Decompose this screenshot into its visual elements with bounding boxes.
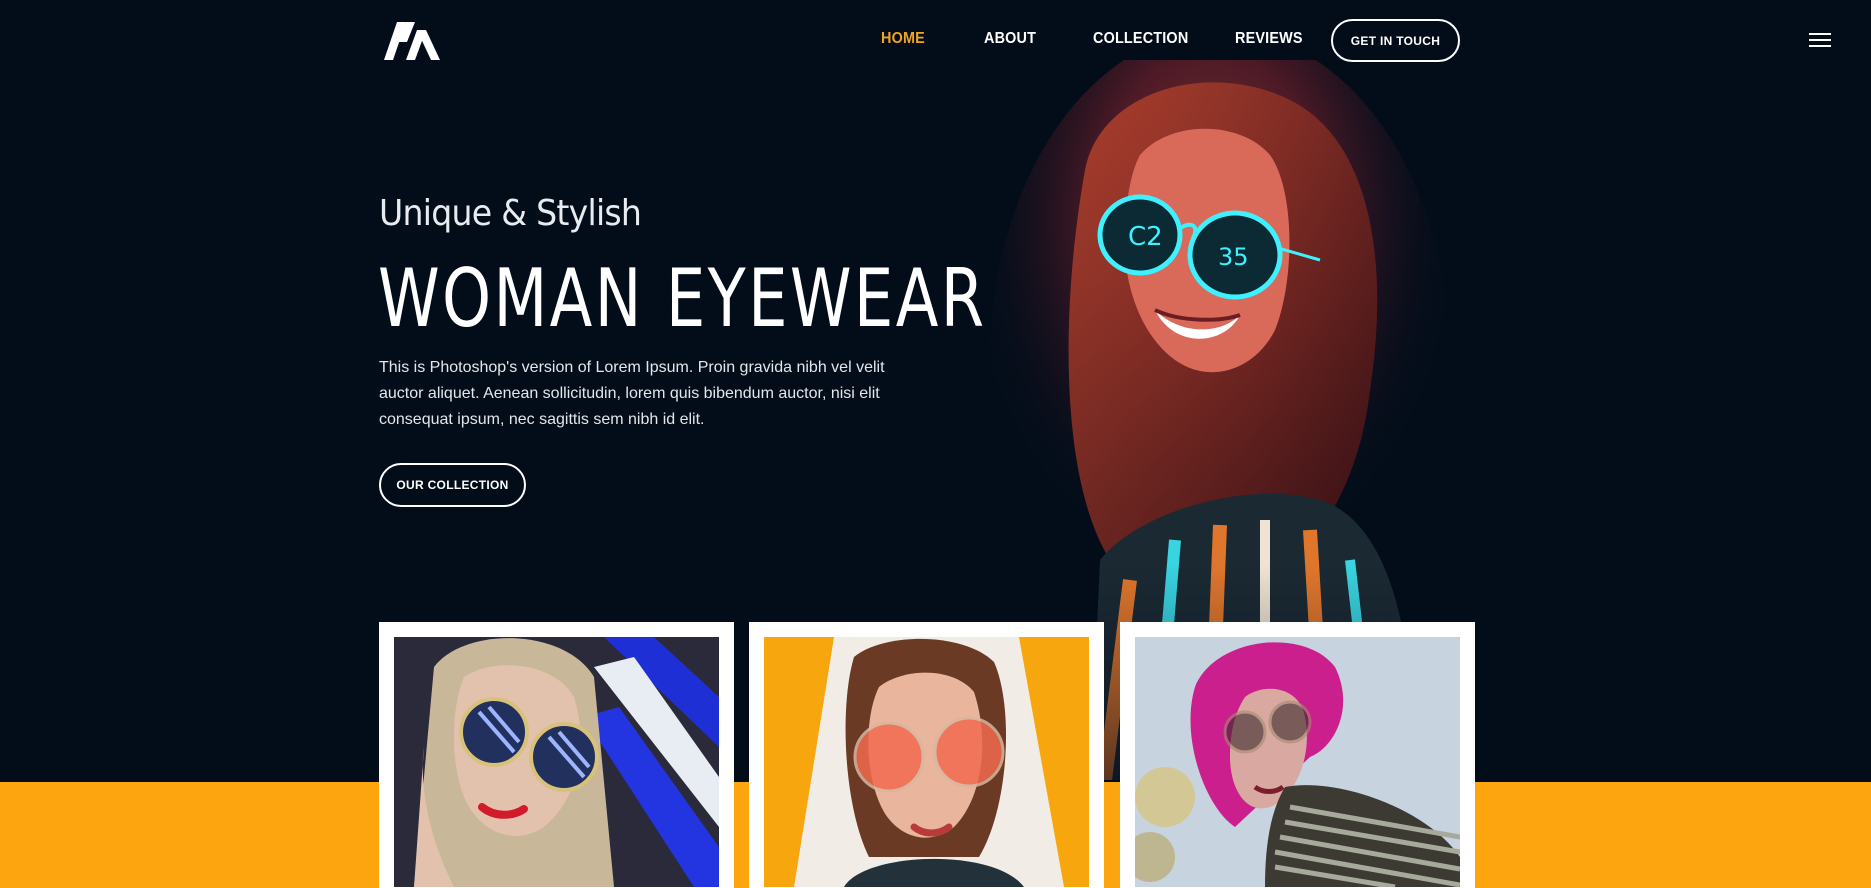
landing-page: HOME ABOUT COLLECTION REVIEWS GET IN TOU… (0, 0, 1871, 888)
our-collection-button[interactable]: OUR COLLECTION (379, 463, 526, 507)
product-card-1[interactable] (379, 622, 734, 888)
top-navigation: HOME ABOUT COLLECTION REVIEWS GET IN TOU… (0, 0, 1871, 80)
hero-description: This is Photoshop's version of Lorem Ips… (379, 359, 885, 428)
product-photo-blue-sunglasses (394, 637, 719, 887)
brand-logo-icon[interactable] (384, 22, 440, 60)
nav-collection-link[interactable]: COLLECTION (1093, 30, 1188, 48)
hamburger-menu-icon[interactable] (1809, 33, 1831, 47)
product-photo-pink-hair (1125, 637, 1461, 888)
product-card-2[interactable] (749, 622, 1104, 888)
nav-about-link[interactable]: ABOUT (984, 30, 1036, 48)
product-card-3[interactable] (1120, 622, 1475, 888)
nav-reviews-link[interactable]: REVIEWS (1235, 30, 1303, 48)
get-in-touch-button[interactable]: GET IN TOUCH (1331, 19, 1460, 62)
nav-home-link[interactable]: HOME (881, 30, 925, 48)
hero-title: WOMAN EYEWEAR (378, 252, 987, 345)
product-photo-red-sunglasses (764, 637, 1089, 887)
hero-eyebrow: Unique & Stylish (379, 193, 642, 234)
